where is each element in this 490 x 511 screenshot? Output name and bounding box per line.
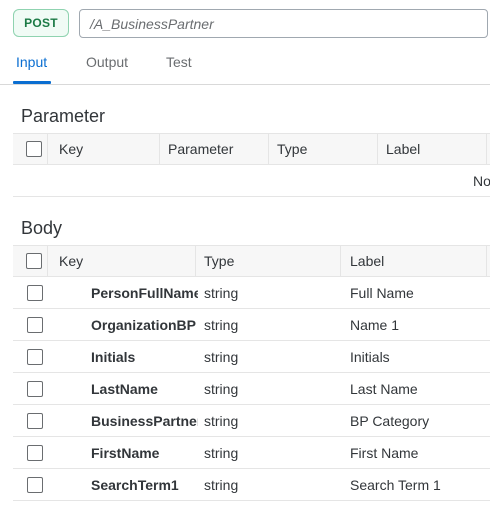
row-type: string bbox=[204, 412, 239, 429]
parameter-col-label: Label bbox=[386, 141, 421, 157]
row-checkbox[interactable] bbox=[27, 349, 43, 365]
body-table-row[interactable]: PersonFullName string Full Name bbox=[13, 277, 490, 309]
row-checkbox[interactable] bbox=[27, 413, 43, 429]
row-checkbox[interactable] bbox=[27, 477, 43, 493]
row-type: string bbox=[204, 444, 239, 461]
body-table-row[interactable]: FirstName string First Name bbox=[13, 437, 490, 469]
row-key: SearchTerm1 bbox=[91, 476, 179, 493]
row-type: string bbox=[204, 476, 239, 493]
column-separator bbox=[486, 246, 487, 276]
parameter-table-header: Key Parameter Type Label bbox=[13, 133, 490, 165]
method-badge: POST bbox=[13, 9, 69, 37]
tabs-divider bbox=[0, 84, 490, 85]
row-checkbox[interactable] bbox=[27, 445, 43, 461]
body-select-all-checkbox[interactable] bbox=[26, 253, 42, 269]
body-col-key: Key bbox=[59, 253, 84, 269]
body-table-row[interactable]: LastName string Last Name bbox=[13, 373, 490, 405]
row-key: PersonFullName bbox=[91, 284, 198, 301]
tab-input[interactable]: Input bbox=[16, 54, 47, 84]
row-type: string bbox=[204, 316, 239, 333]
row-label: Full Name bbox=[350, 284, 414, 301]
row-key: Initials bbox=[91, 348, 136, 365]
column-separator bbox=[47, 134, 48, 164]
row-key: OrganizationBPName1 bbox=[91, 316, 196, 333]
column-separator bbox=[47, 246, 48, 276]
parameter-table-bottom-border bbox=[13, 196, 490, 197]
column-separator bbox=[195, 246, 196, 276]
row-label: Search Term 1 bbox=[350, 476, 441, 493]
tab-test[interactable]: Test bbox=[166, 54, 192, 84]
row-label: Last Name bbox=[350, 380, 418, 397]
parameter-no-data-text: No bbox=[473, 173, 490, 189]
body-col-type: Type bbox=[204, 253, 235, 269]
column-separator bbox=[159, 134, 160, 164]
body-table-row[interactable]: BusinessPartnerCategory string BP Catego… bbox=[13, 405, 490, 437]
parameter-section-title: Parameter bbox=[21, 106, 106, 126]
tab-output[interactable]: Output bbox=[86, 54, 128, 84]
endpoint-path-field[interactable]: /A_BusinessPartner bbox=[79, 9, 488, 38]
row-type: string bbox=[204, 348, 239, 365]
row-label: Initials bbox=[350, 348, 390, 365]
row-key: LastName bbox=[91, 380, 158, 397]
body-table-header: Key Type Label bbox=[13, 245, 490, 277]
row-checkbox[interactable] bbox=[27, 317, 43, 333]
body-table-row[interactable]: OrganizationBPName1 string Name 1 bbox=[13, 309, 490, 341]
body-table-row[interactable]: SearchTerm1 string Search Term 1 bbox=[13, 469, 490, 501]
body-section-title: Body bbox=[21, 218, 63, 238]
body-table-row[interactable]: Initials string Initials bbox=[13, 341, 490, 373]
column-separator bbox=[486, 134, 487, 164]
row-label: BP Category bbox=[350, 412, 430, 429]
row-key: FirstName bbox=[91, 444, 160, 461]
row-label: First Name bbox=[350, 444, 419, 461]
parameter-col-key: Key bbox=[59, 141, 84, 157]
body-col-label: Label bbox=[350, 253, 385, 269]
row-label: Name 1 bbox=[350, 316, 400, 333]
row-key: BusinessPartnerCategory bbox=[91, 412, 198, 429]
parameter-select-all-checkbox[interactable] bbox=[26, 141, 42, 157]
column-separator bbox=[268, 134, 269, 164]
row-checkbox[interactable] bbox=[27, 285, 43, 301]
row-type: string bbox=[204, 380, 239, 397]
row-checkbox[interactable] bbox=[27, 381, 43, 397]
column-separator bbox=[340, 246, 341, 276]
column-separator bbox=[377, 134, 378, 164]
parameter-col-parameter: Parameter bbox=[168, 141, 234, 157]
row-type: string bbox=[204, 284, 239, 301]
parameter-col-type: Type bbox=[277, 141, 308, 157]
